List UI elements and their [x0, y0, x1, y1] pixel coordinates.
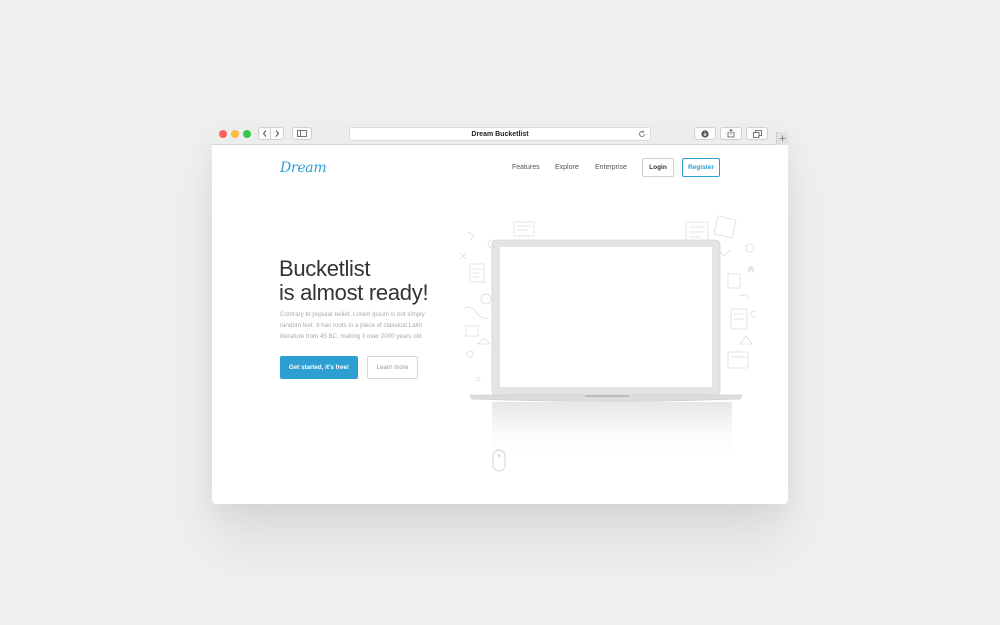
hero-description: Contrary to popular belief, Lorem Ipsum … — [280, 311, 425, 340]
chevron-left-icon — [262, 130, 266, 137]
nav-link-enterprise[interactable]: Enterprise — [595, 164, 627, 171]
reload-icon[interactable] — [638, 130, 646, 138]
forward-button[interactable] — [271, 127, 284, 140]
downloads-button[interactable] — [694, 127, 716, 140]
download-icon — [701, 129, 709, 138]
hero-subtitle: is almost ready! — [279, 280, 429, 305]
share-button[interactable] — [720, 127, 742, 140]
chevron-right-icon — [275, 130, 280, 137]
laptop-illustration — [469, 239, 743, 462]
login-button[interactable]: Login — [642, 158, 674, 177]
mouse-scroll-icon[interactable] — [492, 449, 506, 473]
register-button[interactable]: Register — [682, 158, 720, 177]
learn-more-button[interactable]: Learn more — [367, 356, 418, 379]
back-button[interactable] — [258, 127, 271, 140]
close-window-button[interactable] — [219, 130, 227, 138]
browser-window: Dream Bucketlist Dream Features Explore … — [212, 124, 788, 504]
zoom-window-button[interactable] — [243, 130, 251, 138]
nav-link-explore[interactable]: Explore — [555, 164, 579, 171]
sidebar-toggle-button[interactable] — [292, 127, 312, 140]
site-logo[interactable]: Dream — [280, 160, 327, 176]
sidebar-icon — [297, 130, 307, 137]
hero-title: Bucketlist — [279, 256, 371, 281]
nav-link-features[interactable]: Features — [512, 164, 540, 171]
plus-icon — [779, 135, 786, 142]
tabs-icon — [752, 129, 762, 138]
minimize-window-button[interactable] — [231, 130, 239, 138]
share-icon — [727, 129, 735, 138]
browser-toolbar: Dream Bucketlist — [212, 124, 788, 145]
new-tab-button[interactable] — [776, 132, 788, 145]
show-tabs-button[interactable] — [746, 127, 768, 140]
address-bar[interactable]: Dream Bucketlist — [349, 127, 651, 141]
page-title: Dream Bucketlist — [471, 130, 529, 138]
get-started-button[interactable]: Get started, it's free! — [280, 356, 358, 379]
